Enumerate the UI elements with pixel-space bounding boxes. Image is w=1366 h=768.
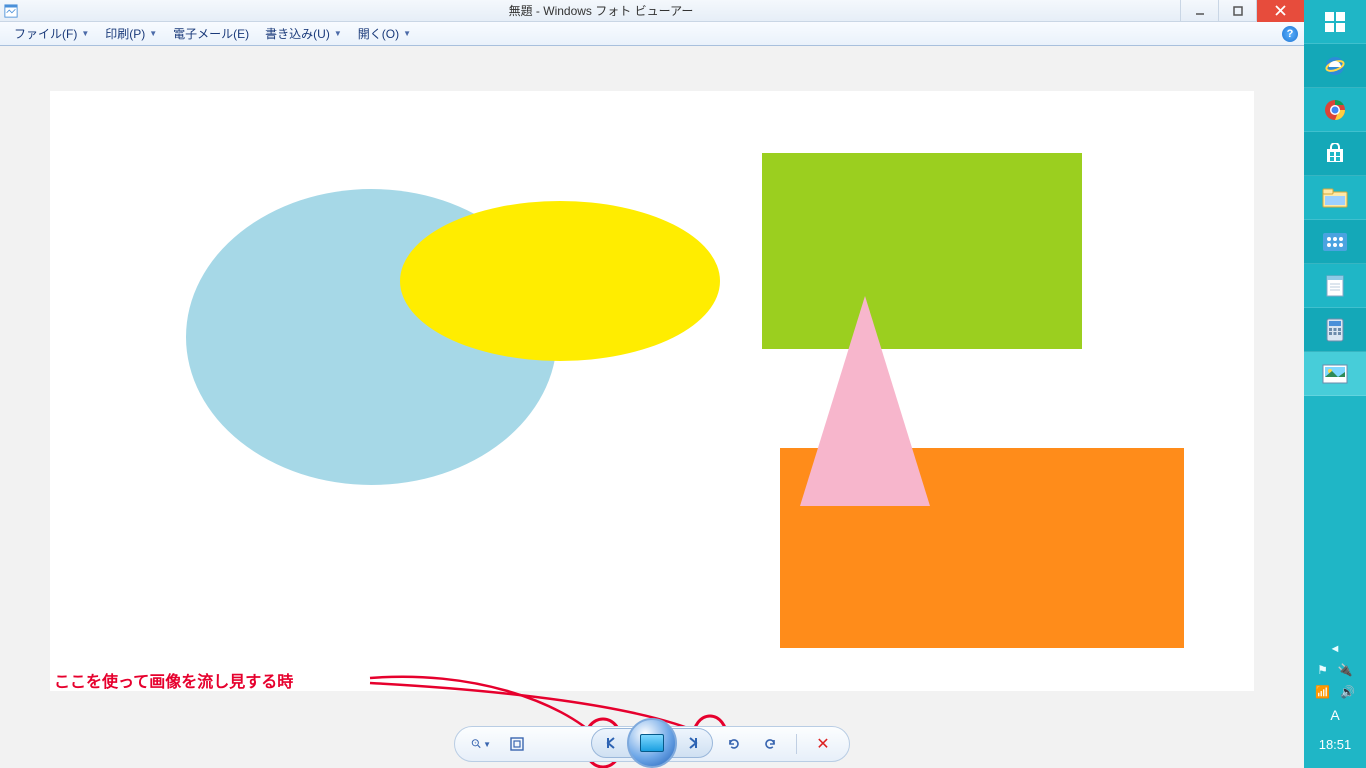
annotation-text: ここを使って画像を流し見する時	[54, 668, 293, 692]
network-icon[interactable]: 📶	[1315, 685, 1330, 699]
taskbar-explorer[interactable]	[1304, 176, 1366, 220]
titlebar: 無題 - Windows フォト ビューアー	[0, 0, 1304, 22]
menu-print[interactable]: 印刷(P) ▼	[97, 23, 165, 44]
svg-text:+: +	[474, 740, 477, 745]
taskbar-ie[interactable]	[1304, 44, 1366, 88]
zoom-button[interactable]: + ▼	[471, 734, 491, 754]
chevron-down-icon: ▼	[149, 29, 157, 38]
app-icon	[0, 0, 22, 22]
rotate-cw-button[interactable]	[760, 734, 780, 754]
slideshow-icon	[640, 734, 664, 752]
chevron-down-icon: ▼	[403, 29, 411, 38]
image-canvas	[50, 91, 1254, 691]
slideshow-button[interactable]	[627, 718, 677, 768]
menu-open[interactable]: 開く(O) ▼	[350, 23, 419, 44]
taskbar-calculator[interactable]	[1304, 308, 1366, 352]
close-button[interactable]	[1256, 0, 1304, 22]
next-image-button[interactable]	[671, 728, 713, 758]
chevron-down-icon: ▼	[81, 29, 89, 38]
taskbar-photo-viewer[interactable]	[1304, 352, 1366, 396]
menu-burn[interactable]: 書き込み(U) ▼	[257, 23, 350, 44]
volume-icon[interactable]: 🔊	[1340, 685, 1355, 699]
menu-open-label: 開く(O)	[358, 25, 399, 42]
menu-file-label: ファイル(F)	[14, 25, 77, 42]
window-buttons	[1180, 0, 1304, 22]
delete-button[interactable]: ✕	[813, 734, 833, 754]
menu-burn-label: 書き込み(U)	[265, 25, 330, 42]
rotate-ccw-button[interactable]	[724, 734, 744, 754]
menu-email[interactable]: 電子メール(E)	[165, 23, 257, 44]
shape-pink-triangle	[800, 296, 930, 506]
toolbar-separator	[796, 734, 797, 754]
viewer-area	[0, 46, 1304, 768]
taskbar: ◄ ⚑ 🔌 📶 🔊 A 18:51	[1304, 0, 1366, 768]
taskbar-store[interactable]	[1304, 132, 1366, 176]
fit-window-button[interactable]	[507, 734, 527, 754]
menubar: ファイル(F) ▼ 印刷(P) ▼ 電子メール(E) 書き込み(U) ▼ 開く(O) ▼…	[0, 22, 1304, 46]
shape-yellow-ellipse	[400, 201, 720, 361]
taskbar-control-panel[interactable]	[1304, 220, 1366, 264]
menu-file[interactable]: ファイル(F) ▼	[6, 23, 97, 44]
help-button[interactable]: ?	[1282, 26, 1298, 42]
ime-indicator[interactable]: A	[1330, 707, 1339, 723]
power-icon[interactable]: 🔌	[1338, 663, 1353, 677]
flag-icon[interactable]: ⚑	[1317, 663, 1328, 677]
tray-chevron-icon[interactable]: ◄	[1330, 643, 1341, 655]
menu-email-label: 電子メール(E)	[173, 25, 249, 42]
taskbar-notepad[interactable]	[1304, 264, 1366, 308]
menu-print-label: 印刷(P)	[105, 25, 145, 42]
help-icon: ?	[1287, 28, 1294, 40]
taskbar-chrome[interactable]	[1304, 88, 1366, 132]
taskbar-start[interactable]	[1304, 0, 1366, 44]
taskbar-clock[interactable]: 18:51	[1319, 731, 1352, 762]
navigation-pill	[582, 718, 722, 768]
maximize-button[interactable]	[1218, 0, 1256, 22]
minimize-button[interactable]	[1180, 0, 1218, 22]
system-tray: ◄ ⚑ 🔌 📶 🔊 A 18:51	[1304, 637, 1366, 768]
chevron-down-icon: ▼	[483, 740, 491, 749]
window-title: 無題 - Windows フォト ビューアー	[22, 2, 1180, 19]
chevron-down-icon: ▼	[334, 29, 342, 38]
